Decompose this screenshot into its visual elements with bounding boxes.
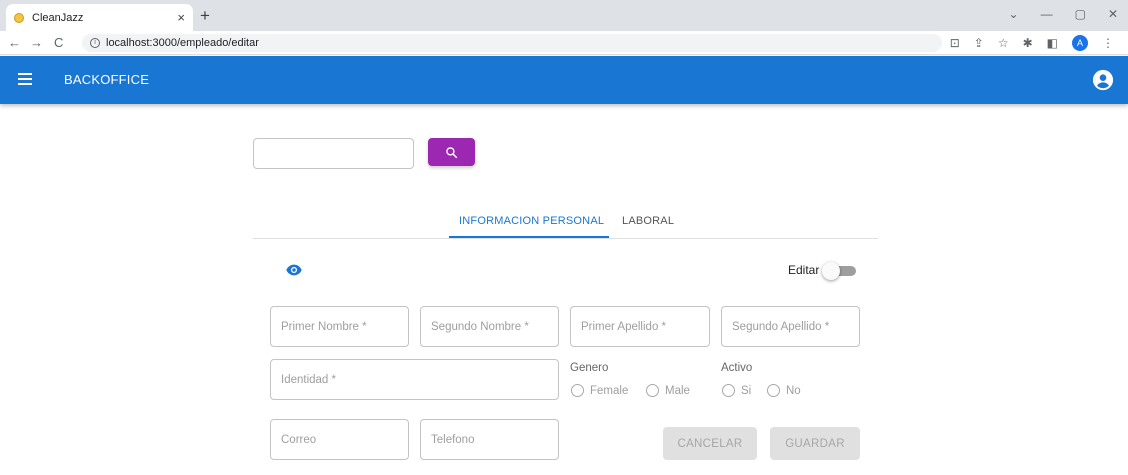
radio-female[interactable]: Female bbox=[571, 384, 628, 397]
segundo-nombre-field[interactable]: Segundo Nombre * bbox=[420, 306, 559, 347]
segundo-apellido-field[interactable]: Segundo Apellido * bbox=[721, 306, 860, 347]
minimize-icon[interactable]: — bbox=[1041, 7, 1053, 21]
back-icon[interactable]: ← bbox=[8, 35, 21, 50]
primer-nombre-field[interactable]: Primer Nombre * bbox=[270, 306, 409, 347]
app-bar: BACKOFFICE bbox=[0, 56, 1128, 104]
field-label: Primer Apellido * bbox=[581, 320, 667, 333]
edit-toggle-switch[interactable] bbox=[822, 262, 856, 280]
telefono-field[interactable]: Telefono bbox=[420, 419, 559, 460]
field-label: Telefono bbox=[431, 433, 475, 446]
browser-tab[interactable]: CleanJazz × bbox=[6, 4, 193, 31]
tabs-bar: INFORMACION PERSONAL LABORAL bbox=[253, 208, 878, 239]
identidad-field[interactable]: Identidad * bbox=[270, 359, 559, 400]
primer-apellido-field[interactable]: Primer Apellido * bbox=[570, 306, 710, 347]
share-icon[interactable]: ⇪ bbox=[974, 36, 984, 50]
radio-label: Male bbox=[665, 384, 690, 397]
radio-circle-icon bbox=[646, 384, 659, 397]
tab-indicator bbox=[449, 236, 609, 238]
radio-label: No bbox=[786, 384, 801, 397]
site-info-icon[interactable]: i bbox=[90, 38, 100, 48]
radio-label: Si bbox=[741, 384, 752, 397]
more-menu-icon[interactable]: ⋮ bbox=[1102, 36, 1114, 50]
cancel-button[interactable]: CANCELAR bbox=[663, 427, 757, 460]
new-tab-button[interactable]: + bbox=[200, 6, 210, 26]
restore-icon[interactable]: ▢ bbox=[1075, 7, 1086, 21]
radio-circle-icon bbox=[722, 384, 735, 397]
field-label: Identidad * bbox=[281, 373, 336, 386]
activo-label: Activo bbox=[721, 362, 753, 374]
address-bar: ← → C i localhost:3000/empleado/editar ⊡… bbox=[0, 31, 1128, 55]
bookmark-star-icon[interactable]: ☆ bbox=[998, 36, 1009, 50]
extensions-icon[interactable]: ✱ bbox=[1023, 36, 1033, 50]
genero-label: Genero bbox=[570, 362, 609, 374]
radio-no[interactable]: No bbox=[767, 384, 801, 397]
install-icon[interactable]: ⊡ bbox=[950, 36, 960, 50]
search-icon bbox=[446, 146, 458, 158]
radio-circle-icon bbox=[571, 384, 584, 397]
field-label: Primer Nombre * bbox=[281, 320, 367, 333]
switch-thumb bbox=[822, 262, 840, 280]
radio-male[interactable]: Male bbox=[646, 384, 690, 397]
search-button[interactable] bbox=[428, 138, 475, 166]
field-label: Correo bbox=[281, 433, 317, 446]
tab-title: CleanJazz bbox=[32, 11, 84, 24]
tab-informacion-personal[interactable]: INFORMACION PERSONAL bbox=[459, 215, 604, 227]
url-field[interactable]: i localhost:3000/empleado/editar bbox=[82, 34, 942, 52]
close-window-icon[interactable]: ✕ bbox=[1108, 7, 1118, 21]
browser-toolbar-icons: ⊡ ⇪ ☆ ✱ ◧ A ⋮ bbox=[950, 35, 1114, 51]
search-input[interactable] bbox=[253, 138, 414, 169]
edit-toggle-label: Editar bbox=[788, 263, 820, 277]
field-label: Segundo Nombre * bbox=[431, 320, 529, 333]
forward-icon[interactable]: → bbox=[30, 35, 43, 50]
menu-icon[interactable] bbox=[18, 73, 32, 85]
url-text: localhost:3000/empleado/editar bbox=[106, 37, 259, 49]
correo-field[interactable]: Correo bbox=[270, 419, 409, 460]
eye-icon[interactable] bbox=[286, 264, 302, 276]
app-title: BACKOFFICE bbox=[64, 72, 150, 87]
profile-avatar[interactable]: A bbox=[1072, 35, 1088, 51]
account-circle-icon[interactable] bbox=[1092, 69, 1114, 91]
browser-tab-strip: CleanJazz × + ⌄ — ▢ ✕ bbox=[0, 0, 1128, 31]
field-label: Segundo Apellido * bbox=[732, 320, 830, 333]
window-controls: ⌄ — ▢ ✕ bbox=[1009, 7, 1118, 21]
radio-circle-icon bbox=[767, 384, 780, 397]
tab-search-icon[interactable]: ⌄ bbox=[1009, 7, 1019, 21]
tab-close-icon[interactable]: × bbox=[177, 10, 185, 25]
side-panel-icon[interactable]: ◧ bbox=[1047, 36, 1058, 50]
radio-label: Female bbox=[590, 384, 629, 397]
save-button[interactable]: GUARDAR bbox=[770, 427, 860, 460]
tab-laboral[interactable]: LABORAL bbox=[622, 215, 674, 227]
favicon-icon bbox=[14, 12, 24, 23]
radio-si[interactable]: Si bbox=[722, 384, 751, 397]
reload-icon[interactable]: C bbox=[54, 35, 63, 50]
